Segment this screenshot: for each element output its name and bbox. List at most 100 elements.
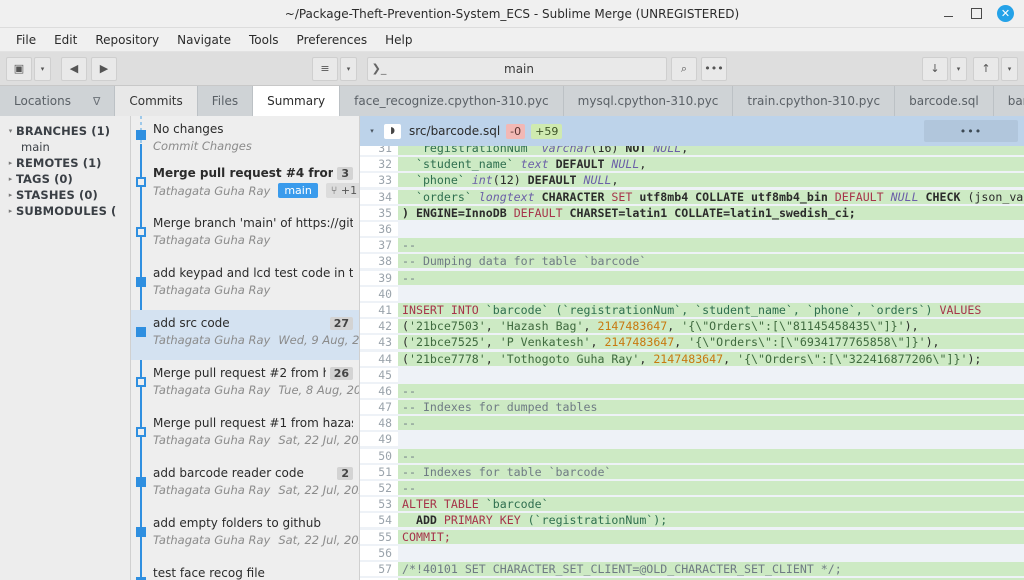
extra-refs-badge[interactable]: ⑂ +1 <box>326 183 359 198</box>
sidebar-item-stashes[interactable]: ▸ STASHES (0) <box>0 187 130 203</box>
commit-row[interactable]: Merge branch 'main' of https://github.cT… <box>131 210 359 260</box>
working-copy-row[interactable]: No changes Commit Changes <box>131 116 359 160</box>
diff-panel: ▾ ◗ src/barcode.sql -0 +59 ••• 31 `regis… <box>360 116 1024 580</box>
code-line: 46-- <box>360 383 1024 399</box>
menu-navigate[interactable]: Navigate <box>169 30 239 50</box>
tab-files[interactable]: Files <box>198 86 253 116</box>
push-chevron-down-icon[interactable]: ▾ <box>1001 57 1018 81</box>
close-icon[interactable]: ✕ <box>997 5 1014 22</box>
code-line: 57/*!40101 SET CHARACTER_SET_CLIENT=@OLD… <box>360 561 1024 577</box>
code-token: PRIMARY KEY <box>444 513 521 527</box>
back-arrow-icon[interactable]: ◀ <box>61 57 87 81</box>
file-header[interactable]: ▾ ◗ src/barcode.sql -0 +59 ••• <box>360 116 1024 146</box>
file-more-icon[interactable]: ••• <box>924 120 1018 142</box>
line-number: 32 <box>360 157 398 171</box>
menu-help[interactable]: Help <box>377 30 420 50</box>
minimize-icon[interactable] <box>941 7 955 21</box>
commit-row[interactable]: add keypad and lcd test code in test fol… <box>131 260 359 310</box>
code-token: -- <box>402 416 416 430</box>
line-number: 31 <box>360 146 398 155</box>
line-number: 44 <box>360 352 398 366</box>
stack-chevron-down-icon[interactable]: ▾ <box>340 57 357 81</box>
chevron-down-icon[interactable]: ▾ <box>366 127 378 135</box>
tab-locations[interactable]: Locations ∇ <box>0 86 115 116</box>
menu-repository[interactable]: Repository <box>87 30 167 50</box>
branch-selector[interactable]: ❯_ main <box>367 57 667 81</box>
commit-list[interactable]: No changes Commit Changes Merge pull req… <box>131 116 360 580</box>
menu-edit[interactable]: Edit <box>46 30 85 50</box>
code-token: 2147483647 <box>653 352 723 366</box>
sidebar-item-stashes-label: STASHES (0) <box>16 188 98 202</box>
code-token: '21bce7778' <box>409 352 486 366</box>
chevron-right-icon[interactable]: ▸ <box>5 191 16 199</box>
code-token: DEFAULT <box>521 173 584 187</box>
line-number: 45 <box>360 368 398 382</box>
panel-toggle-icon[interactable]: ▣ <box>6 57 32 81</box>
tab-face-recognize-pyc[interactable]: face_recognize.cpython-310.pyc <box>340 86 564 116</box>
commit-row[interactable]: Merge pull request #2 from hazash26 Tatha… <box>131 360 359 410</box>
tab-mysql-pyc[interactable]: mysql.cpython-310.pyc <box>564 86 734 116</box>
code-token: NOT <box>625 146 646 155</box>
diff-code-area[interactable]: 31 `registrationNum` varchar(16) NOT NUL… <box>360 146 1024 580</box>
panel-toggle-chevron-down-icon[interactable]: ▾ <box>34 57 51 81</box>
toolbar-more-icon[interactable]: ••• <box>701 57 727 81</box>
code-line: 42('21bce7503', 'Hazash Bag', 2147483647… <box>360 318 1024 334</box>
commit-row[interactable]: add empty folders to githubTathagata Guh… <box>131 510 359 560</box>
sidebar-item-tags[interactable]: ▸ TAGS (0) <box>0 171 130 187</box>
tab-train-pyc[interactable]: train.cpython-310.pyc <box>733 86 895 116</box>
menu-file[interactable]: File <box>8 30 44 50</box>
chevron-down-icon[interactable]: ▾ <box>5 127 16 135</box>
forward-arrow-icon[interactable]: ▶ <box>91 57 117 81</box>
pull-chevron-down-icon[interactable]: ▾ <box>950 57 967 81</box>
code-token: ) ENGINE=InnoDB <box>402 206 514 220</box>
code-token: -- <box>402 481 416 495</box>
chevron-right-icon[interactable]: ▸ <box>5 207 16 215</box>
commit-row[interactable]: Merge pull request #1 from hazashbaigTat… <box>131 410 359 460</box>
sidebar-item-submodules[interactable]: ▸ SUBMODULES ( <box>0 203 130 219</box>
pull-down-arrow-icon[interactable]: ↓ <box>922 57 948 81</box>
push-up-arrow-icon[interactable]: ↑ <box>973 57 999 81</box>
window-controls: ✕ <box>941 5 1024 22</box>
code-token: ); <box>967 352 981 366</box>
code-token: DEFAULT <box>549 157 612 171</box>
tab-barcode-sql[interactable]: barcode.sql <box>895 86 994 116</box>
code-token: NULL <box>611 157 639 171</box>
line-number: 51 <box>360 465 398 479</box>
sidebar-item-main[interactable]: main <box>0 139 130 155</box>
chevron-right-icon[interactable]: ▸ <box>5 175 16 183</box>
search-icon[interactable]: ⌕ <box>671 57 697 81</box>
code-token: ), <box>926 335 940 349</box>
code-line: 56 <box>360 545 1024 561</box>
code-token: -- <box>402 384 416 398</box>
code-token: (16) <box>590 146 625 155</box>
branch-badge[interactable]: main <box>278 183 317 198</box>
tab-commits[interactable]: Commits <box>115 86 197 116</box>
commit-author: Tathagata Guha Ray <box>153 383 270 397</box>
code-token: -- Indexes for dumped tables <box>402 400 597 414</box>
code-line: 44('21bce7778', 'Tothogoto Guha Ray', 21… <box>360 350 1024 366</box>
maximize-icon[interactable] <box>969 7 983 21</box>
menu-preferences[interactable]: Preferences <box>289 30 376 50</box>
code-line: 51-- Indexes for table `barcode` <box>360 464 1024 480</box>
line-number: 39 <box>360 271 398 285</box>
commit-row[interactable]: test face recog fileTathagata Guha RaySa… <box>131 560 359 580</box>
sidebar-item-remotes[interactable]: ▸ REMOTES (1) <box>0 155 130 171</box>
tab-summary[interactable]: Summary <box>253 86 340 116</box>
filter-icon[interactable]: ∇ <box>93 95 100 108</box>
line-number: 50 <box>360 449 398 463</box>
deletions-badge: -0 <box>506 124 525 139</box>
commit-subject-row: Merge pull request #2 from hazash26 <box>153 366 353 380</box>
sidebar-item-submodules-label: SUBMODULES ( <box>16 204 116 218</box>
pull-group: ↓ ▾ <box>922 57 967 81</box>
code-token: `barcode` (`registrationNum`, `student_n… <box>479 303 940 317</box>
chevron-right-icon[interactable]: ▸ <box>5 159 16 167</box>
commit-row[interactable]: add src code27Tathagata Guha RayWed, 9 A… <box>131 310 359 360</box>
commit-row[interactable]: add barcode reader code2Tathagata Guha R… <box>131 460 359 510</box>
menu-tools[interactable]: Tools <box>241 30 287 50</box>
commit-row[interactable]: Merge pull request #4 from haza3Tathagat… <box>131 160 359 210</box>
commit-changes-label[interactable]: Commit Changes <box>153 139 353 153</box>
tab-barcode-overflow[interactable]: barc <box>994 86 1024 116</box>
code-token: ( <box>402 335 409 349</box>
stack-icon[interactable]: ≡ <box>312 57 338 81</box>
sidebar-item-branches[interactable]: ▾ BRANCHES (1) <box>0 123 130 139</box>
